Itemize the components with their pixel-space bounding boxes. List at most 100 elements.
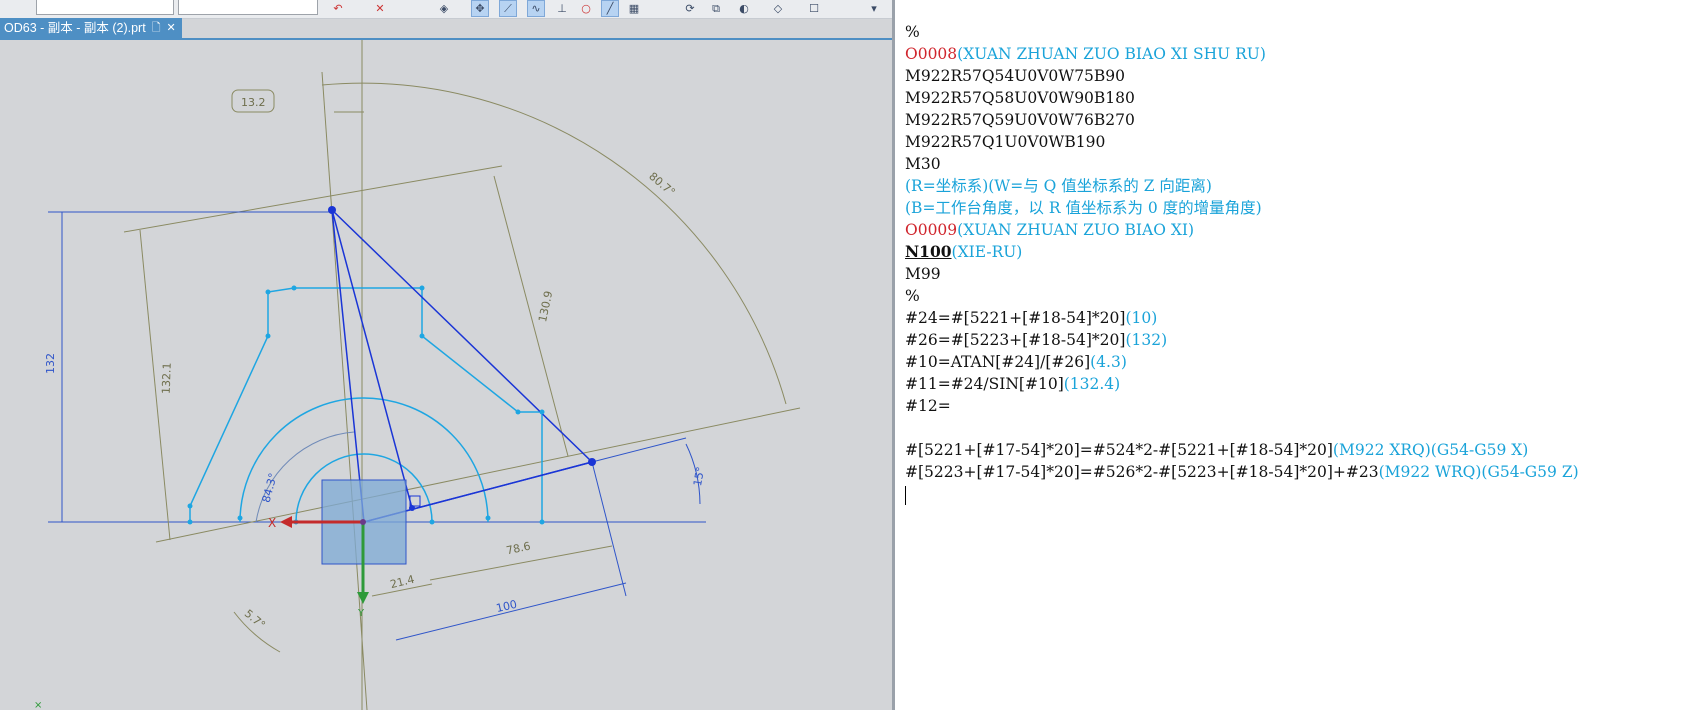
text-cursor xyxy=(905,485,906,505)
code-line[interactable]: #26=#[5223+[#18-54]*20](132) xyxy=(905,329,1675,351)
reference-line-top xyxy=(123,165,503,233)
code-token: #[5223+[#17-54]*20]=#526*2-#[5223+[#18-5… xyxy=(905,463,1379,481)
dim-84-3[interactable]: 84.3° xyxy=(260,472,280,504)
code-line[interactable]: M99 xyxy=(905,263,1675,285)
construction-triangle xyxy=(331,208,594,523)
code-token: (XUAN ZHUAN ZUO BIAO XI) xyxy=(957,221,1195,239)
code-token: (M922 WRQ)(G54-G59 Z) xyxy=(1378,463,1579,481)
corner-axis-mark: ⨯ xyxy=(34,700,42,710)
code-line[interactable]: M30 xyxy=(905,153,1675,175)
circle-icon[interactable]: ○ xyxy=(578,1,594,16)
construction-line xyxy=(331,209,413,509)
dim-78-6[interactable]: 78.6 xyxy=(505,540,532,558)
x-axis-arrowhead xyxy=(280,516,292,528)
code-line[interactable]: O0008(XUAN ZHUAN ZUO BIAO XI SHU RU) xyxy=(905,43,1675,65)
dim-15[interactable]: 15° xyxy=(691,466,707,487)
code-token: M99 xyxy=(905,265,941,283)
code-line[interactable] xyxy=(905,417,1675,439)
code-token: (XUAN ZHUAN ZUO BIAO XI SHU RU) xyxy=(957,45,1266,63)
dim-100[interactable]: 100 xyxy=(495,598,518,615)
code-line[interactable]: (R=坐标系)(W=与 Q 值坐标系的 Z 向距离) xyxy=(905,175,1675,197)
view-icon[interactable]: ⧉ xyxy=(708,1,724,16)
code-line[interactable]: #[5221+[#17-54]*20]=#524*2-#[5221+[#18-5… xyxy=(905,439,1675,461)
code-line[interactable]: O0009(XUAN ZHUAN ZUO BIAO XI) xyxy=(905,219,1675,241)
code-token: #10=ATAN[#24]/[#26] xyxy=(905,353,1091,371)
code-line[interactable]: #24=#[5221+[#18-54]*20](10) xyxy=(905,307,1675,329)
code-line[interactable]: M922R57Q58U0V0W90B180 xyxy=(905,87,1675,109)
code-line[interactable]: M922R57Q59U0V0W76B270 xyxy=(905,109,1675,131)
code-line[interactable]: % xyxy=(905,285,1675,307)
close-icon[interactable]: ✕ xyxy=(167,18,176,38)
box-icon[interactable]: ☐ xyxy=(806,1,822,16)
x-axis-label: X xyxy=(268,516,276,530)
code-token: (4.3) xyxy=(1090,353,1127,371)
code-line[interactable]: M922R57Q54U0V0W75B90 xyxy=(905,65,1675,87)
code-line[interactable]: N100(XIE-RU) xyxy=(905,241,1675,263)
text-editor[interactable]: % O0008(XUAN ZHUAN ZUO BIAO XI SHU RU) M92… xyxy=(895,0,1684,710)
dim-arc-80-7 xyxy=(321,82,787,405)
line-tool-icon[interactable]: ╱ xyxy=(601,0,619,17)
apex-point[interactable] xyxy=(328,206,336,214)
code-token: M922R57Q54U0V0W75B90 xyxy=(905,67,1126,85)
code-token: M922R57Q59U0V0W76B270 xyxy=(905,111,1135,129)
sketch-canvas[interactable]: X Y 13.2 80.7° 130.9 132.1 132 84.3° 15°… xyxy=(0,40,892,710)
code-line[interactable]: M922R57Q1U0V0WB190 xyxy=(905,131,1675,153)
code-token: O0008 xyxy=(905,45,958,63)
delete-icon[interactable]: ✕ xyxy=(372,1,388,16)
corner-point[interactable] xyxy=(588,458,596,466)
file-tab[interactable]: OD63 - 副本 - 副本 (2).prt 🗋 ✕ xyxy=(0,18,182,38)
code-line[interactable]: #10=ATAN[#24]/[#26](4.3) xyxy=(905,351,1675,373)
code-token: #24=#[5221+[#18-54]*20] xyxy=(905,309,1126,327)
code-line[interactable]: #11=#24/SIN[#10](132.4) xyxy=(905,373,1675,395)
code-token: #26=#[5223+[#18-54]*20] xyxy=(905,331,1126,349)
code-line[interactable]: #12= xyxy=(905,395,1675,417)
dim-132[interactable]: 132 xyxy=(44,353,57,374)
code-token: (M922 XRQ)(G54-G59 X) xyxy=(1332,441,1529,459)
code-line[interactable]: #[5223+[#17-54]*20]=#526*2-#[5223+[#18-5… xyxy=(905,461,1675,483)
toolbar: ↶ ✕ ◈ ✥ ⟋ ∿ ⊥ ○ ╱ ▦ ⟳ ⧉ ◐ ◇ ☐ ▾ xyxy=(0,0,892,19)
y-axis-label: Y xyxy=(357,608,365,619)
dim-132-1[interactable]: 132.1 xyxy=(160,362,174,394)
dim-line-130-9 xyxy=(493,175,569,457)
cad-viewport[interactable]: ↶ ✕ ◈ ✥ ⟋ ∿ ⊥ ○ ╱ ▦ ⟳ ⧉ ◐ ◇ ☐ ▾ OD63 - 副… xyxy=(0,0,892,710)
spline-icon[interactable]: ∿ xyxy=(527,0,545,17)
code-token: O0009 xyxy=(905,221,958,239)
code-token: N100 xyxy=(905,242,952,261)
code-token: (10) xyxy=(1125,309,1158,327)
toolbar-combo-right[interactable] xyxy=(178,0,318,15)
dim-13-2[interactable]: 13.2 xyxy=(241,96,266,109)
dropdown-icon[interactable]: ▾ xyxy=(866,1,882,16)
snap-point-icon[interactable]: ✥ xyxy=(471,0,489,17)
code-token: % xyxy=(905,23,920,41)
code-token: M30 xyxy=(905,155,941,173)
code-token: #12= xyxy=(905,397,951,415)
tab-title: OD63 - 副本 - 副本 (2).prt xyxy=(4,21,146,35)
code-token: (B=工作台角度，以 R 值坐标系为 0 度的增量角度) xyxy=(905,199,1262,217)
code-token: #[5221+[#17-54]*20]=#524*2-#[5221+[#18-5… xyxy=(905,441,1333,459)
grid-icon[interactable]: ▦ xyxy=(626,1,642,16)
code-token: % xyxy=(905,287,920,305)
dim-130-9[interactable]: 130.9 xyxy=(536,290,555,324)
toolbar-combo-left[interactable] xyxy=(36,0,174,15)
code-token: M922R57Q58U0V0W90B180 xyxy=(905,89,1135,107)
layer-icon[interactable]: ◇ xyxy=(770,1,786,16)
document-icon: 🗋 xyxy=(151,21,161,34)
line-icon[interactable]: ⟋ xyxy=(499,0,517,17)
code-token: M922R57Q1U0V0WB190 xyxy=(905,133,1106,151)
code-token: (132.4) xyxy=(1063,375,1121,393)
code-token: (132) xyxy=(1125,331,1168,349)
code-token: (XIE-RU) xyxy=(951,243,1023,261)
rotate-icon[interactable]: ⟳ xyxy=(682,1,698,16)
eraser-icon[interactable]: ◈ xyxy=(436,1,452,16)
code-area[interactable]: % O0008(XUAN ZHUAN ZUO BIAO XI SHU RU) M92… xyxy=(905,21,1675,505)
dim-80-7[interactable]: 80.7° xyxy=(646,170,677,199)
code-line[interactable]: % xyxy=(905,21,1675,43)
code-token: #11=#24/SIN[#10] xyxy=(905,375,1064,393)
dim-ext-100 xyxy=(591,461,627,597)
dim-5-7[interactable]: 5.7° xyxy=(242,607,268,632)
code-line[interactable]: (B=工作台角度，以 R 值坐标系为 0 度的增量角度) xyxy=(905,197,1675,219)
intersection-icon[interactable]: ⊥ xyxy=(554,1,570,16)
undo-icon[interactable]: ↶ xyxy=(330,1,346,16)
render-icon[interactable]: ◐ xyxy=(736,1,752,16)
cursor-line[interactable] xyxy=(905,483,1675,505)
